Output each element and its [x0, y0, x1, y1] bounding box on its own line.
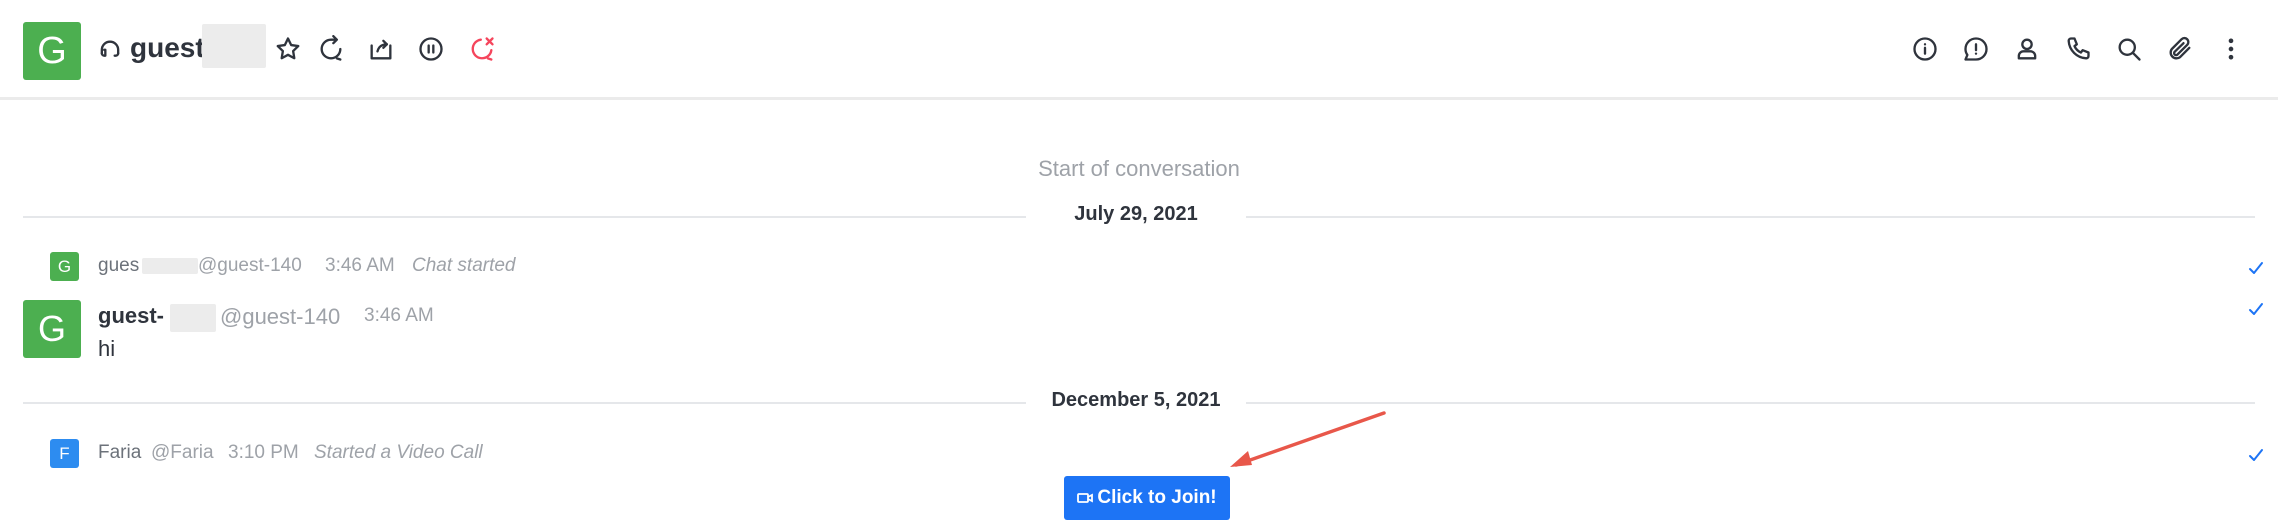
star-icon[interactable] — [274, 35, 302, 63]
message-time[interactable]: 3:46 AM — [325, 255, 395, 277]
read-receipt-icon — [2248, 302, 2264, 316]
message-time[interactable]: 3:46 AM — [364, 305, 434, 327]
start-of-conversation-label: Start of conversation — [1038, 156, 1240, 181]
pause-icon[interactable] — [417, 35, 445, 63]
avatar[interactable]: F — [50, 439, 79, 468]
redacted-name — [142, 258, 198, 274]
system-message-text: Chat started — [412, 255, 516, 276]
message-body: hi — [98, 336, 116, 361]
message-sender-name[interactable]: guest- — [98, 303, 164, 329]
phone-icon[interactable] — [2064, 35, 2092, 63]
room-title: guest — [130, 32, 205, 63]
system-message-text: Started a Video Call — [314, 442, 483, 463]
redacted-name — [202, 24, 266, 68]
room-avatar[interactable]: G — [23, 22, 81, 80]
message-username[interactable]: @Faria — [151, 442, 214, 464]
date-divider-label: July 29, 2021 — [1026, 203, 1246, 226]
avatar[interactable]: G — [23, 300, 81, 358]
headset-icon — [96, 37, 124, 65]
search-icon[interactable] — [2115, 35, 2143, 63]
join-button-label: Click to Join! — [1097, 487, 1217, 508]
user-icon[interactable] — [2013, 35, 2041, 63]
avatar[interactable]: G — [50, 252, 79, 281]
close-chat-icon[interactable] — [468, 35, 496, 63]
room-header: G guest — [0, 0, 2278, 100]
message-username[interactable]: @guest-140 — [198, 255, 302, 277]
forward-chat-icon[interactable] — [317, 35, 345, 63]
date-divider-label: December 5, 2021 — [1026, 389, 1246, 412]
redacted-name — [170, 304, 216, 332]
annotation-arrow-icon — [1230, 411, 1386, 467]
message-username[interactable]: @guest-140 — [220, 304, 340, 330]
kebab-menu-icon[interactable] — [2217, 35, 2245, 63]
attachment-icon[interactable] — [2166, 35, 2194, 63]
read-receipt-icon — [2248, 448, 2264, 462]
read-receipt-icon — [2248, 261, 2264, 275]
message-sender-name[interactable]: gues — [98, 255, 139, 277]
join-video-call-button[interactable]: Click to Join! — [1064, 476, 1230, 520]
info-icon[interactable] — [1911, 35, 1939, 63]
alert-icon[interactable] — [1962, 35, 1990, 63]
message-sender-name[interactable]: Faria — [98, 442, 141, 464]
video-camera-icon — [1077, 493, 1094, 503]
message-time[interactable]: 3:10 PM — [228, 442, 299, 464]
move-to-queue-icon[interactable] — [367, 35, 395, 63]
